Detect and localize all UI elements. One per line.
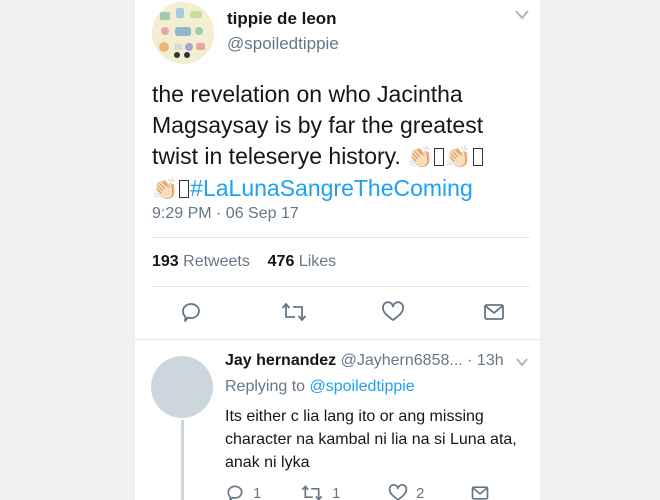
thread-line (181, 420, 184, 500)
missing-glyph (472, 148, 483, 166)
retweets-count: 193 (152, 253, 179, 270)
replying-mention[interactable]: @spoiledtippie (310, 378, 415, 395)
avatar[interactable] (152, 2, 214, 64)
avatar-doodle-icon (152, 2, 214, 64)
reply-retweet-count: 1 (332, 484, 341, 500)
chevron-down-icon[interactable] (516, 358, 528, 367)
missing-glyph (179, 180, 190, 198)
like-icon (388, 484, 408, 500)
share-icon (484, 304, 504, 320)
reply-reply-count: 1 (253, 484, 262, 500)
tweet-text-line: twist in teleserye history. 👏🏻 👏🏻 (152, 141, 537, 173)
retweets-label: Retweets (183, 253, 250, 270)
reply-retweet-button[interactable]: 1 (300, 483, 340, 500)
reply-display-name[interactable]: Jay hernandez (225, 352, 336, 369)
reply-handle[interactable]: @Jayhern6858... (341, 352, 463, 369)
engagement-stats: 193 Retweets 476 Likes (152, 253, 336, 271)
clap-emoji: 👏🏻 (152, 178, 179, 201)
share-button[interactable] (482, 300, 506, 324)
right-margin (540, 0, 660, 500)
reply-text-line: character na kambal ni lia na si Luna at… (225, 431, 517, 448)
replying-to: Replying to @spoiledtippie (225, 378, 415, 396)
share-icon (471, 486, 489, 500)
handle[interactable]: @spoiledtippie (227, 34, 339, 54)
tweet-text-segment: twist in teleserye history. (152, 143, 401, 169)
chevron-down-icon[interactable] (515, 10, 529, 20)
retweets-stat[interactable]: 193 Retweets (152, 253, 250, 270)
reply-text-line: anak ni lyka (225, 454, 310, 471)
tweet-text-line: the revelation on who Jacintha (152, 81, 463, 107)
display-name[interactable]: tippie de leon (227, 9, 337, 29)
reply-icon (227, 485, 243, 500)
reply-like-count: 2 (416, 484, 425, 500)
reply-like-button[interactable]: 2 (388, 483, 424, 500)
reply-button[interactable] (179, 300, 203, 324)
timestamp[interactable]: 9:29 PM · 06 Sep 17 (152, 205, 299, 223)
tweet-text-line: 👏🏻 #LaLunaSangreTheComing (152, 173, 537, 205)
tweet-detail-card: tippie de leon @spoiledtippie the revela… (135, 0, 540, 500)
reply-share-button[interactable] (470, 483, 490, 500)
tweet-text: the revelation on who Jacintha Magsaysay… (152, 79, 537, 205)
likes-count: 476 (267, 253, 295, 270)
retweet-icon (301, 485, 323, 500)
likes-label: Likes (298, 253, 337, 270)
missing-glyph (434, 148, 445, 166)
reply-time[interactable]: · 13h (467, 352, 503, 369)
tweet-text-line: Magsaysay is by far the greatest (152, 112, 484, 138)
left-margin (0, 0, 135, 500)
reply-header: Jay hernandez @Jayhern6858... · 13h (225, 352, 504, 370)
clap-emoji: 👏🏻 (407, 146, 434, 169)
hashtag-link[interactable]: #LaLunaSangreTheComing (190, 175, 473, 201)
reply-icon (182, 303, 200, 322)
reply-text: Its either c lia lang ito or ang missing… (225, 405, 525, 474)
clap-emoji: 👏🏻 (445, 146, 472, 169)
likes-stat[interactable]: 476 Likes (268, 253, 337, 270)
divider (135, 339, 540, 340)
replying-label: Replying to (225, 378, 306, 395)
like-icon (382, 301, 404, 321)
retweet-icon (281, 302, 307, 322)
like-button[interactable] (381, 300, 405, 324)
divider (152, 237, 530, 238)
reply-avatar[interactable] (151, 356, 213, 418)
divider (152, 286, 530, 287)
reply-reply-button[interactable]: 1 (225, 483, 261, 500)
retweet-button[interactable] (280, 300, 308, 324)
reply-text-line: Its either c lia lang ito or ang missing (225, 408, 484, 425)
